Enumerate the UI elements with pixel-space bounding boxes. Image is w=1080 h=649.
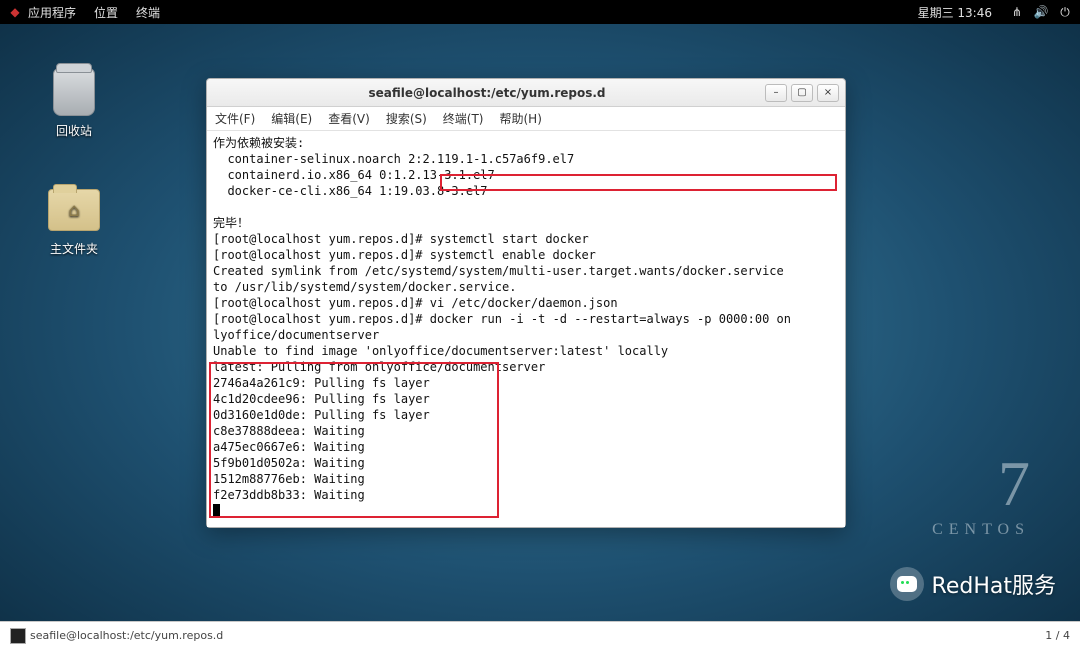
- menu-terminal[interactable]: 终端: [136, 4, 160, 21]
- menu-help[interactable]: 帮助(H): [500, 110, 542, 127]
- terminal-window: seafile@localhost:/etc/yum.repos.d – ▢ ×…: [206, 78, 846, 528]
- minimize-button[interactable]: –: [765, 84, 787, 102]
- wechat-badge: RedHat服务: [890, 567, 1056, 601]
- trash-icon: [48, 66, 100, 118]
- term-line: 5f9b01d0502a: Waiting: [213, 456, 365, 470]
- menu-file[interactable]: 文件(F): [215, 110, 255, 127]
- term-line: latest: Pulling from onlyoffice/document…: [213, 360, 545, 374]
- term-line: [root@localhost yum.repos.d]# vi /etc/do…: [213, 296, 618, 310]
- term-line: a475ec0667e6: Waiting: [213, 440, 365, 454]
- terminal-body[interactable]: 作为依赖被安装: container-selinux.noarch 2:2.11…: [207, 131, 845, 527]
- home-label: 主文件夹: [34, 240, 114, 257]
- menu-edit[interactable]: 编辑(E): [271, 110, 312, 127]
- window-titlebar[interactable]: seafile@localhost:/etc/yum.repos.d – ▢ ×: [207, 79, 845, 107]
- clock[interactable]: 星期三 13:46: [918, 4, 992, 21]
- wechat-label: RedHat服务: [932, 568, 1056, 600]
- term-line: 作为依赖被安装:: [213, 136, 304, 150]
- term-line: to /usr/lib/systemd/system/docker.servic…: [213, 280, 516, 294]
- term-line: [root@localhost yum.repos.d]# systemctl …: [213, 232, 589, 246]
- window-menubar: 文件(F) 编辑(E) 查看(V) 搜索(S) 终端(T) 帮助(H): [207, 107, 845, 131]
- os-version: 7: [932, 447, 1030, 521]
- menu-applications[interactable]: 应用程序: [28, 4, 76, 21]
- term-line: 1512m88776eb: Waiting: [213, 472, 365, 486]
- power-icon[interactable]: ⏻: [1058, 5, 1072, 19]
- term-line: f2e73ddb8b33: Waiting: [213, 488, 365, 502]
- desktop-home[interactable]: ⌂ 主文件夹: [34, 184, 114, 257]
- menu-places[interactable]: 位置: [94, 4, 118, 21]
- network-icon[interactable]: ⋔: [1010, 5, 1024, 19]
- wechat-icon: [890, 567, 924, 601]
- window-title: seafile@localhost:/etc/yum.repos.d: [213, 86, 761, 100]
- volume-icon[interactable]: 🔊: [1034, 5, 1048, 19]
- os-name: CENTOS: [932, 521, 1030, 539]
- top-panel: ◆ 应用程序 位置 终端 星期三 13:46 ⋔ 🔊 ⏻: [0, 0, 1080, 24]
- close-button[interactable]: ×: [817, 84, 839, 102]
- term-line: docker-ce-cli.x86_64 1:19.03.8-3.el7: [213, 184, 488, 198]
- footer-bar: seafile@localhost:/etc/yum.repos.d 1 / 4: [0, 621, 1080, 649]
- folder-icon: ⌂: [48, 184, 100, 236]
- term-line: 0d3160e1d0de: Pulling fs layer: [213, 408, 430, 422]
- maximize-button[interactable]: ▢: [791, 84, 813, 102]
- trash-label: 回收站: [34, 122, 114, 139]
- term-line: container-selinux.noarch 2:2.119.1-1.c57…: [213, 152, 574, 166]
- term-line: 4c1d20cdee96: Pulling fs layer: [213, 392, 430, 406]
- task-title: seafile@localhost:/etc/yum.repos.d: [30, 629, 223, 642]
- menu-search[interactable]: 搜索(S): [386, 110, 427, 127]
- term-line: containerd.io.x86_64 0:1.2.13-3.1.el7: [213, 168, 495, 182]
- desktop-trash[interactable]: 回收站: [34, 66, 114, 139]
- system-tray: ⋔ 🔊 ⏻: [1010, 5, 1072, 19]
- distro-icon: ◆: [8, 5, 22, 19]
- term-line: 2746a4a261c9: Pulling fs layer: [213, 376, 430, 390]
- menu-terminal-app[interactable]: 终端(T): [443, 110, 484, 127]
- page-indicator: 1 / 4: [1045, 629, 1070, 642]
- terminal-cursor: [213, 504, 220, 517]
- task-thumb-icon: [10, 628, 26, 644]
- term-line: [root@localhost yum.repos.d]#: [213, 312, 430, 326]
- term-line: Created symlink from /etc/systemd/system…: [213, 264, 784, 278]
- term-line: 完毕！: [213, 216, 249, 230]
- term-line: Unable to find image 'onlyoffice/documen…: [213, 344, 668, 358]
- menu-view[interactable]: 查看(V): [328, 110, 370, 127]
- os-brand: 7 CENTOS: [932, 447, 1030, 539]
- term-highlight-cmd: docker run -i -t -d --restart=always -p …: [430, 312, 791, 326]
- taskbar-entry[interactable]: seafile@localhost:/etc/yum.repos.d: [10, 628, 223, 644]
- term-line: lyoffice/documentserver: [213, 328, 379, 342]
- term-line: c8e37888deea: Waiting: [213, 424, 365, 438]
- term-line: [root@localhost yum.repos.d]# systemctl …: [213, 248, 596, 262]
